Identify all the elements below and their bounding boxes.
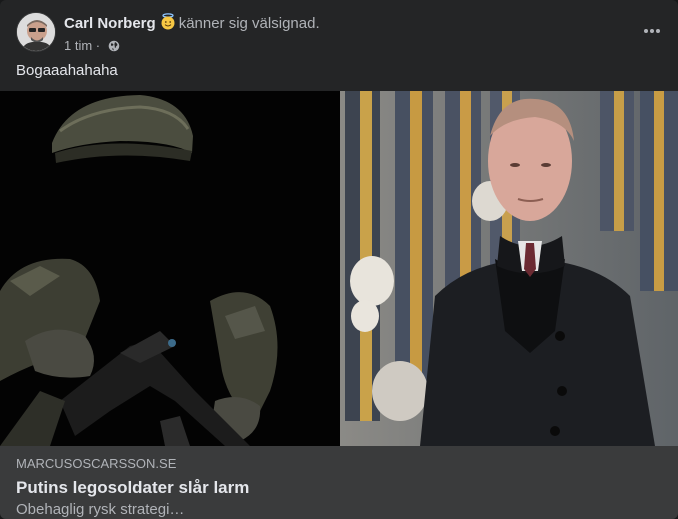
- feeling-text: känner sig välsignad.: [178, 15, 320, 32]
- link-title: Putins legosoldater slår larm: [16, 478, 250, 497]
- post-header: Carl Norberg känner sig välsignad. 1 tim…: [16, 12, 662, 54]
- putin-photo: [340, 91, 678, 446]
- author-avatar[interactable]: [16, 12, 56, 52]
- post-timestamp[interactable]: 1 tim: [64, 38, 92, 53]
- link-domain: MARCUSOSCARSSON.SE: [16, 456, 177, 471]
- post-meta: Carl Norberg känner sig välsignad. 1 tim…: [64, 13, 320, 54]
- halo-smiling-face-emoji: [160, 13, 176, 35]
- soldier-photo: [0, 91, 340, 446]
- globe-icon: [108, 40, 120, 52]
- post-text: Bogaaahahaha: [16, 62, 118, 79]
- link-description: Obehaglig rysk strategi…: [16, 501, 185, 518]
- more-options-button[interactable]: [636, 16, 668, 44]
- link-preview-image[interactable]: [0, 91, 678, 446]
- author-name[interactable]: Carl Norberg: [64, 15, 156, 32]
- meta-separator: ·: [92, 38, 104, 53]
- more-dots-icon: [644, 29, 660, 33]
- feed-post: Carl Norberg känner sig välsignad. 1 tim…: [0, 0, 678, 519]
- link-preview-card[interactable]: MARCUSOSCARSSON.SE Putins legosoldater s…: [0, 446, 678, 519]
